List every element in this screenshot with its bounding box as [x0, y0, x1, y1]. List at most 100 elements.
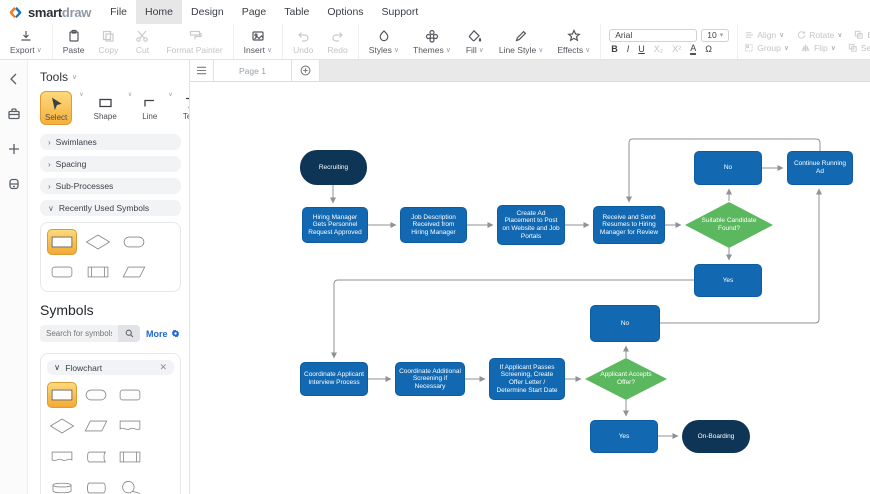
node-n2[interactable]: Job Description Received from Hiring Man… [400, 207, 467, 243]
bring-to-front-button: Bring to Front [854, 30, 870, 40]
tools-panel-title[interactable]: Tools∨ [40, 70, 181, 84]
paste-button[interactable]: Paste [56, 27, 92, 57]
insert-button[interactable]: Insert∨ [237, 27, 279, 57]
add-page-button[interactable] [292, 60, 320, 81]
node-n3[interactable]: Create Ad Placement to Post on Website a… [497, 205, 565, 245]
drawing-canvas[interactable]: Recruiting Hiring Manager Gets Personnel … [190, 82, 870, 494]
back-rail-button[interactable] [7, 72, 21, 91]
menu-options[interactable]: Options [318, 0, 372, 24]
menu-design[interactable]: Design [182, 0, 233, 24]
search-button[interactable] [118, 325, 140, 342]
font-family-input[interactable] [609, 29, 697, 42]
tool-select-dropdown[interactable]: ∨ [79, 91, 83, 98]
node-yes1[interactable]: Yes [694, 264, 762, 297]
styles-button[interactable]: Styles∨ [362, 27, 406, 57]
tool-text[interactable]: Text [179, 91, 190, 123]
arrange-group: Align∨Rotate∨Bring to FrontMake SaGroup∨… [738, 24, 870, 59]
themes-icon [425, 29, 439, 43]
select-icon [49, 96, 64, 111]
tool-shape-dropdown[interactable]: ∨ [128, 91, 132, 98]
recently-used-symbols-panel [40, 222, 181, 292]
node-no1[interactable]: No [694, 151, 762, 185]
symbol-predefined[interactable] [83, 259, 113, 285]
node-n4[interactable]: Receive and Send Resumes to Hiring Manag… [593, 206, 665, 244]
symbol-diamond[interactable] [47, 413, 77, 439]
redo-icon [331, 29, 345, 43]
node-c1[interactable]: Coordinate Applicant Interview Process [300, 362, 368, 396]
section-spacing[interactable]: ›Spacing [40, 156, 181, 172]
fill-icon [468, 29, 482, 43]
node-recruiting[interactable]: Recruiting [300, 150, 367, 185]
symbol-document[interactable] [115, 413, 145, 439]
page-tab-bar: Page 1 [190, 60, 870, 82]
symbol-stadium[interactable] [119, 229, 149, 255]
bold-button[interactable]: B [611, 44, 618, 54]
symbol-stored[interactable] [81, 444, 111, 470]
effects-button[interactable]: Effects∨ [550, 27, 597, 57]
shape-icon [98, 95, 113, 110]
symbol-rounded[interactable] [47, 259, 77, 285]
special-character-button[interactable]: Ω [705, 44, 712, 54]
node-cont[interactable]: Continue Running Ad [787, 151, 853, 185]
text-format-buttons: BIUX₂X²AΩ [609, 44, 729, 55]
menu-home[interactable]: Home [136, 0, 182, 24]
symbol-parallelogram[interactable] [81, 413, 111, 439]
menu-file[interactable]: File [101, 0, 136, 24]
smartdraw-logo[interactable]: smartdraw [0, 5, 101, 20]
section-sub-processes[interactable]: ›Sub-Processes [40, 178, 181, 194]
underline-button[interactable]: U [638, 44, 645, 54]
symbol-diamond[interactable] [83, 229, 113, 255]
symbol-direct[interactable] [81, 475, 111, 494]
node-c3[interactable]: If Applicant Passes Screening, Create Of… [489, 358, 565, 400]
symbol-rect[interactable] [47, 382, 77, 408]
close-icon[interactable]: ✕ [159, 362, 167, 373]
back-icon [7, 72, 21, 86]
toolbar-group: Insert∨ [234, 24, 283, 59]
italic-button[interactable]: I [627, 44, 630, 54]
tool-shape[interactable]: Shape [90, 91, 121, 123]
symbol-document2[interactable] [47, 444, 77, 470]
menu-table[interactable]: Table [275, 0, 318, 24]
menu-items: FileHomeDesignPageTableOptionsSupport [101, 0, 427, 24]
symbol-circle-tail[interactable] [115, 475, 145, 494]
node-c2[interactable]: Coordinate Additional Screening if Neces… [395, 362, 465, 396]
symbol-drum[interactable] [47, 475, 77, 494]
menu-page[interactable]: Page [233, 0, 276, 24]
node-yes2[interactable]: Yes [590, 420, 658, 453]
symbol-predefined[interactable] [115, 444, 145, 470]
node-onboarding[interactable]: On-Boarding [682, 420, 750, 453]
flowchart-group-header[interactable]: ∨Flowchart ✕ [47, 360, 174, 375]
symbol-rect[interactable] [47, 229, 77, 255]
tool-select[interactable]: Select [40, 91, 72, 125]
flowchart-symbol-grid [47, 382, 174, 494]
section-recently-used-symbols[interactable]: ∨Recently Used Symbols [40, 200, 181, 216]
add-icon [7, 142, 21, 156]
storage-rail-button[interactable] [7, 177, 21, 196]
text-color-button[interactable]: A [690, 44, 696, 55]
storage-icon [7, 177, 21, 191]
menu-support[interactable]: Support [373, 0, 428, 24]
page-list-button[interactable] [190, 60, 214, 81]
themes-button[interactable]: Themes∨ [406, 27, 458, 57]
add-rail-button[interactable] [7, 142, 21, 161]
tool-line-dropdown[interactable]: ∨ [168, 91, 172, 98]
group-button: Group∨ [744, 43, 789, 53]
symbol-rounded[interactable] [115, 382, 145, 408]
left-icon-rail [0, 60, 28, 494]
symbol-stadium[interactable] [81, 382, 111, 408]
node-n1[interactable]: Hiring Manager Gets Personnel Request Ap… [302, 207, 368, 243]
tool-line[interactable]: Line [138, 91, 161, 123]
page-tab[interactable]: Page 1 [214, 60, 292, 81]
line-style-button[interactable]: Line Style∨ [492, 27, 550, 57]
fill-button[interactable]: Fill∨ [458, 27, 492, 57]
node-no2[interactable]: No [590, 305, 660, 342]
font-size-select[interactable]: 10▾ [701, 29, 729, 42]
ribbon-toolbar: Export∨PasteCopyCutFormat PainterInsert∨… [0, 24, 870, 60]
toolbox-rail-button[interactable] [7, 107, 21, 126]
symbol-search-input[interactable] [40, 325, 118, 342]
more-symbols-link[interactable]: More [146, 329, 180, 339]
redo-button: Redo [320, 27, 354, 57]
export-button[interactable]: Export∨ [3, 27, 49, 57]
symbol-parallelogram[interactable] [119, 259, 149, 285]
section-swimlanes[interactable]: ›Swimlanes [40, 134, 181, 150]
